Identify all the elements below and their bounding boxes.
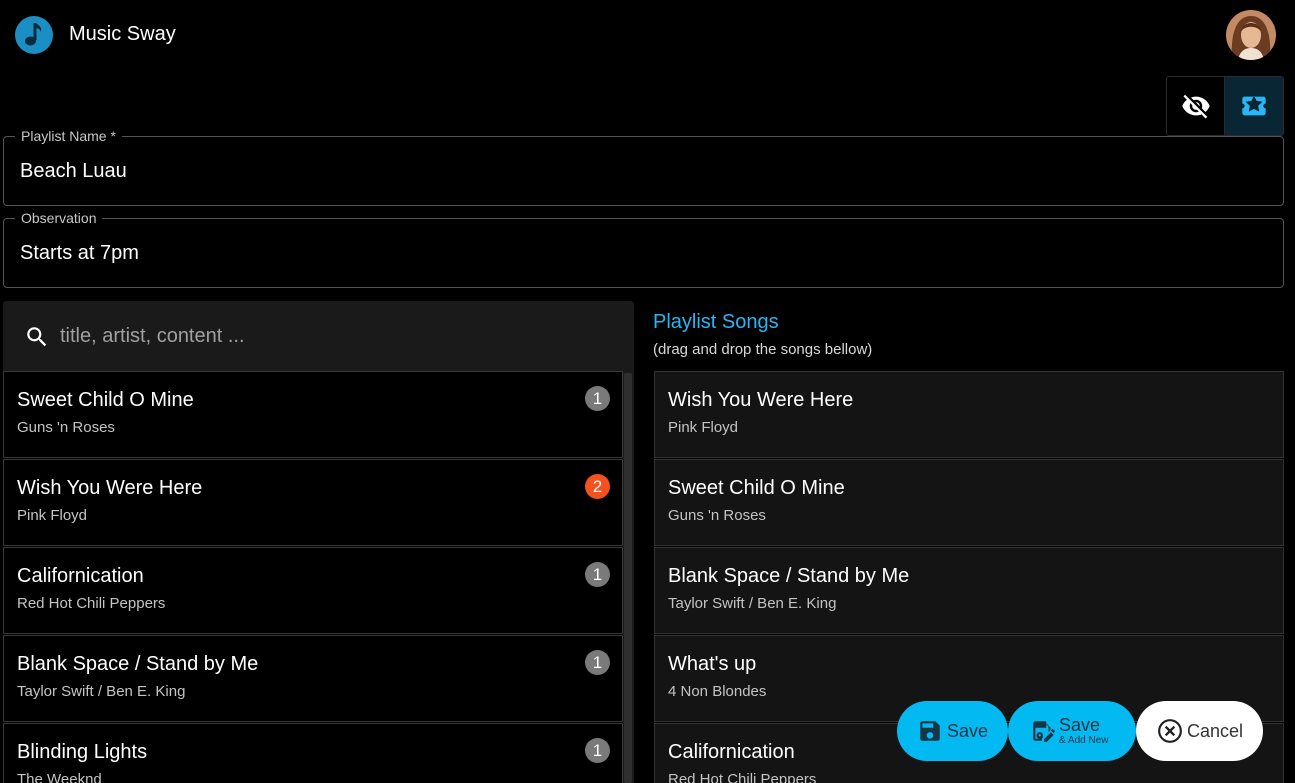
playlist-songs-hint: (drag and drop the songs bellow) — [653, 341, 873, 358]
song-artist: Guns 'n Roses — [668, 507, 766, 524]
app-bar: Music Sway — [0, 0, 1295, 70]
song-artist: Taylor Swift / Ben E. King — [17, 683, 186, 700]
search-icon — [27, 327, 47, 347]
library-list: Sweet Child O Mine Guns 'n Roses 1 Wish … — [3, 371, 623, 783]
library-item[interactable]: Sweet Child O Mine Guns 'n Roses 1 — [3, 371, 623, 458]
save-edit-icon — [1033, 721, 1055, 742]
song-title: Californication — [668, 741, 795, 763]
close-circle-icon — [1158, 719, 1182, 743]
song-title: What's up — [668, 653, 757, 675]
save-new-label: Save — [1059, 715, 1101, 735]
usage-count-badge: 2 — [585, 474, 610, 499]
song-artist: 4 Non Blondes — [668, 683, 767, 700]
user-avatar[interactable] — [1226, 10, 1276, 60]
observation-value[interactable]: Starts at 7pm — [20, 242, 139, 265]
usage-count-badge: 1 — [585, 650, 610, 675]
observation-label: Observation — [15, 210, 103, 226]
song-title: Wish You Were Here — [17, 477, 203, 499]
song-title: Wish You Were Here — [668, 389, 854, 411]
playlist-songs-heading: Playlist Songs — [653, 311, 779, 333]
song-artist: Red Hot Chili Peppers — [668, 771, 817, 783]
library-item[interactable]: Wish You Were Here Pink Floyd 2 — [3, 459, 623, 546]
song-title: Sweet Child O Mine — [17, 389, 194, 411]
playlist-name-label: Playlist Name * — [15, 128, 122, 144]
playlist-song-item[interactable]: Sweet Child O Mine Guns 'n Roses — [654, 459, 1284, 546]
library-item[interactable]: Californication Red Hot Chili Peppers 1 — [3, 547, 623, 634]
library-scrollbar[interactable] — [623, 371, 634, 783]
song-artist: Guns 'n Roses — [17, 419, 115, 436]
eye-off-icon — [1181, 94, 1210, 119]
search-input[interactable] — [60, 319, 600, 353]
usage-count-badge: 1 — [585, 562, 610, 587]
playlist-name-value[interactable]: Beach Luau — [20, 160, 127, 183]
library-item[interactable]: Blank Space / Stand by Me Taylor Swift /… — [3, 635, 623, 722]
playlist-song-item[interactable]: Wish You Were Here Pink Floyd — [654, 371, 1284, 458]
app-title: Music Sway — [69, 23, 176, 45]
scrollbar-thumb[interactable] — [624, 373, 632, 783]
visibility-toggle[interactable] — [1167, 77, 1226, 135]
save-button-label: Save — [947, 720, 989, 741]
usage-count-badge: 1 — [585, 738, 610, 763]
observation-field[interactable]: Observation Starts at 7pm — [3, 210, 1284, 288]
ticket-star-icon — [1242, 95, 1266, 116]
usage-count-badge: 1 — [585, 386, 610, 411]
song-title: Blinding Lights — [17, 741, 148, 763]
cancel-button-label: Cancel — [1187, 720, 1244, 741]
song-artist: Pink Floyd — [17, 507, 88, 524]
library-item[interactable]: Blinding Lights The Weeknd 1 — [3, 723, 623, 783]
playlist-name-field[interactable]: Playlist Name * Beach Luau — [3, 128, 1284, 206]
view-toggle-group — [1166, 76, 1284, 136]
song-title: Blank Space / Stand by Me — [17, 653, 259, 675]
song-search — [3, 301, 634, 371]
song-title: Californication — [17, 565, 144, 587]
music-note-icon[interactable] — [14, 15, 54, 55]
song-artist: Red Hot Chili Peppers — [17, 595, 166, 612]
save-button[interactable]: Save — [897, 701, 1008, 761]
song-title: Blank Space / Stand by Me — [668, 565, 910, 587]
song-artist: The Weeknd — [17, 771, 102, 783]
playlist-song-item[interactable]: Blank Space / Stand by Me Taylor Swift /… — [654, 547, 1284, 634]
song-title: Sweet Child O Mine — [668, 477, 845, 499]
song-artist: Taylor Swift / Ben E. King — [668, 595, 837, 612]
save-new-sublabel: & Add New — [1059, 735, 1109, 746]
save-icon — [920, 721, 940, 741]
ticket-toggle[interactable] — [1225, 77, 1283, 135]
song-artist: Pink Floyd — [668, 419, 739, 436]
cancel-button[interactable]: Cancel — [1136, 701, 1263, 761]
save-and-add-new-button[interactable]: Save & Add New — [1008, 701, 1136, 761]
